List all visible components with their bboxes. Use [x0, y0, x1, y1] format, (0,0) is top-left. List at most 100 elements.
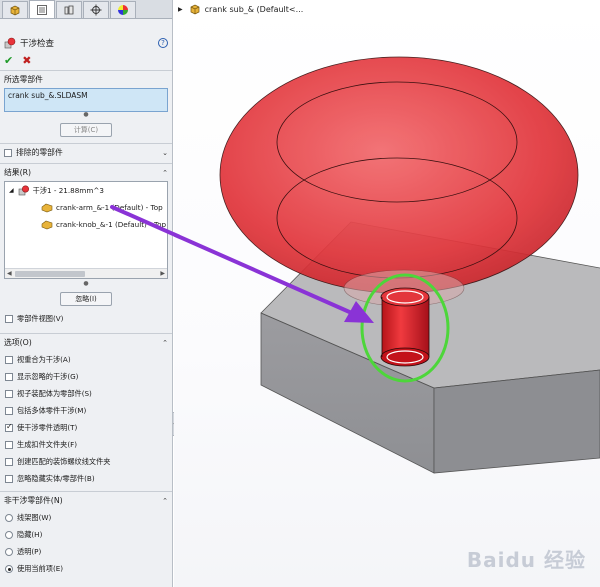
scrollbar-thumb[interactable]: [15, 271, 85, 277]
display-mode-radio[interactable]: [5, 564, 13, 573]
property-manager-title: 干涉检查: [20, 39, 55, 49]
display-mode-option[interactable]: 隐藏(H): [0, 526, 172, 543]
horizontal-scrollbar[interactable]: ◀ ▶: [5, 268, 167, 278]
option-label: 包括多体零件干涉(M): [17, 405, 87, 415]
tab-property-manager[interactable]: [29, 0, 55, 18]
option-checkbox[interactable]: [5, 406, 13, 415]
color-wheel-icon: [118, 5, 128, 15]
display-mode-radio[interactable]: [5, 513, 13, 522]
options-title: 选项(O): [4, 338, 32, 347]
option-label: 显示忽略的干涉(G): [17, 371, 79, 381]
interference-volume[interactable]: [380, 287, 430, 367]
scroll-left-icon[interactable]: ◀: [7, 270, 12, 277]
option-checkbox[interactable]: [5, 422, 13, 432]
selected-components-header[interactable]: 所选零部件: [0, 71, 172, 88]
tab-configuration-manager[interactable]: [56, 1, 82, 18]
chevron-up-icon[interactable]: ⌃: [162, 339, 168, 347]
tab-display-manager[interactable]: [110, 1, 136, 18]
option-item[interactable]: 创建匹配的装饰螺纹线文件夹: [0, 453, 172, 470]
manager-tab-bar: [0, 0, 172, 19]
part-icon: [41, 220, 53, 230]
display-mode-option[interactable]: 线架图(W): [0, 509, 172, 526]
interference-detection-icon: [4, 37, 16, 49]
display-mode-label: 线架图(W): [17, 512, 52, 522]
part-icon: [41, 203, 53, 213]
cancel-x-icon[interactable]: ✖: [22, 54, 31, 67]
option-checkbox[interactable]: [5, 389, 13, 398]
non-interfering-header[interactable]: 非干涉零部件(N) ⌃: [0, 492, 172, 509]
option-label: 创建匹配的装饰螺纹线文件夹: [17, 456, 111, 466]
resize-grip-icon[interactable]: ●: [0, 281, 172, 287]
excluded-components-checkbox[interactable]: [4, 148, 12, 157]
option-item[interactable]: 视子装配体为零部件(S): [0, 385, 172, 402]
chevron-down-icon[interactable]: ⌄: [162, 149, 168, 157]
chevron-up-icon[interactable]: ⌃: [162, 169, 168, 177]
results-group: 结果(R) ⌃ ◢ 干涉1 - 21.88mm^3 crank-arm_&-1 …: [0, 163, 172, 327]
results-header[interactable]: 结果(R) ⌃: [0, 164, 172, 181]
component-view-label: 零部件视图(V): [17, 313, 64, 323]
resize-grip-icon[interactable]: ●: [0, 112, 172, 118]
model-scene: [174, 56, 600, 474]
assembly-icon: [10, 5, 20, 16]
display-mode-label: 隐藏(H): [17, 529, 43, 539]
non-interfering-list: 线架图(W) 隐藏(H) 透明(P) 使用当前项(E): [0, 509, 172, 577]
option-label: 使干涉零件透明(T): [17, 422, 78, 432]
option-label: 忽略隐藏实体/零部件(B): [17, 473, 95, 483]
confirm-row: ✔ ✖: [0, 52, 172, 68]
option-checkbox[interactable]: [5, 372, 13, 381]
display-mode-label: 使用当前项(E): [17, 563, 64, 573]
ignore-button[interactable]: 忽略(I): [60, 292, 112, 306]
display-mode-option[interactable]: 透明(P): [0, 543, 172, 560]
display-mode-option[interactable]: 使用当前项(E): [0, 560, 172, 577]
annotation-arrow-tail: [110, 205, 180, 239]
option-checkbox[interactable]: [5, 474, 13, 483]
interference-label: 干涉1 - 21.88mm^3: [32, 185, 104, 195]
crosshair-icon: [90, 4, 102, 16]
property-manager-panel: 干涉检查 ? ✔ ✖ 所选零部件 crank sub_&.SLDASM ● 计算…: [0, 0, 173, 587]
option-checkbox[interactable]: [5, 457, 13, 466]
option-checkbox[interactable]: [5, 440, 13, 449]
tab-feature-manager[interactable]: [2, 1, 28, 18]
scroll-right-icon[interactable]: ▶: [160, 270, 165, 277]
ok-check-icon[interactable]: ✔: [4, 54, 13, 67]
selected-components-title: 所选零部件: [4, 75, 43, 84]
excluded-components-title: 排除的零部件: [16, 148, 63, 157]
results-title: 结果(R): [4, 168, 32, 177]
graphics-viewport[interactable]: ▶ crank sub_& (Default<... Baidu 经验: [174, 0, 600, 587]
excluded-components-header[interactable]: 排除的零部件 ⌄: [0, 144, 172, 161]
collapse-triangle-icon[interactable]: ◢: [9, 187, 14, 194]
tab-dimxpert-manager[interactable]: [83, 1, 109, 18]
options-list: 视重合为干涉(A) 显示忽略的干涉(G) 视子装配体为零部件(S) 包括多体零件干涉(…: [0, 351, 172, 487]
selected-components-list[interactable]: crank sub_&.SLDASM: [4, 88, 168, 112]
component-view-option[interactable]: 零部件视图(V): [0, 310, 172, 327]
non-interfering-title: 非干涉零部件(N): [4, 496, 63, 505]
display-mode-radio[interactable]: [5, 530, 13, 539]
option-checkbox[interactable]: [5, 355, 13, 364]
component-view-checkbox[interactable]: [5, 314, 13, 323]
options-header[interactable]: 选项(O) ⌃: [0, 334, 172, 351]
non-interfering-group: 非干涉零部件(N) ⌃ 线架图(W) 隐藏(H) 透明(P) 使用当前项(E): [0, 491, 172, 577]
property-manager-header: 干涉检查 ?: [0, 34, 172, 52]
option-item[interactable]: 包括多体零件干涉(M): [0, 402, 172, 419]
selected-components-group: 所选零部件 crank sub_&.SLDASM ● 计算(C): [0, 70, 172, 137]
selected-component-item[interactable]: crank sub_&.SLDASM: [8, 91, 88, 100]
option-label: 视重合为干涉(A): [17, 354, 71, 364]
option-label: 生成扣件文件夹(F): [17, 439, 78, 449]
display-mode-label: 透明(P): [17, 546, 42, 556]
property-list-icon: [37, 4, 47, 15]
option-item[interactable]: 使干涉零件透明(T): [0, 419, 172, 436]
options-group: 选项(O) ⌃ 视重合为干涉(A) 显示忽略的干涉(G) 视子装配体为零部件(S) 包…: [0, 333, 172, 487]
option-item[interactable]: 忽略隐藏实体/零部件(B): [0, 470, 172, 487]
option-item[interactable]: 视重合为干涉(A): [0, 351, 172, 368]
watermark: Baidu 经验: [466, 548, 586, 572]
interference-icon: [18, 185, 29, 196]
display-mode-radio[interactable]: [5, 547, 13, 556]
help-icon[interactable]: ?: [158, 38, 168, 48]
option-item[interactable]: 显示忽略的干涉(G): [0, 368, 172, 385]
calculate-button[interactable]: 计算(C): [60, 123, 112, 137]
configuration-icon: [64, 5, 74, 15]
option-item[interactable]: 生成扣件文件夹(F): [0, 436, 172, 453]
excluded-components-group: 排除的零部件 ⌄: [0, 143, 172, 161]
chevron-up-icon[interactable]: ⌃: [162, 497, 168, 505]
option-label: 视子装配体为零部件(S): [17, 388, 92, 398]
